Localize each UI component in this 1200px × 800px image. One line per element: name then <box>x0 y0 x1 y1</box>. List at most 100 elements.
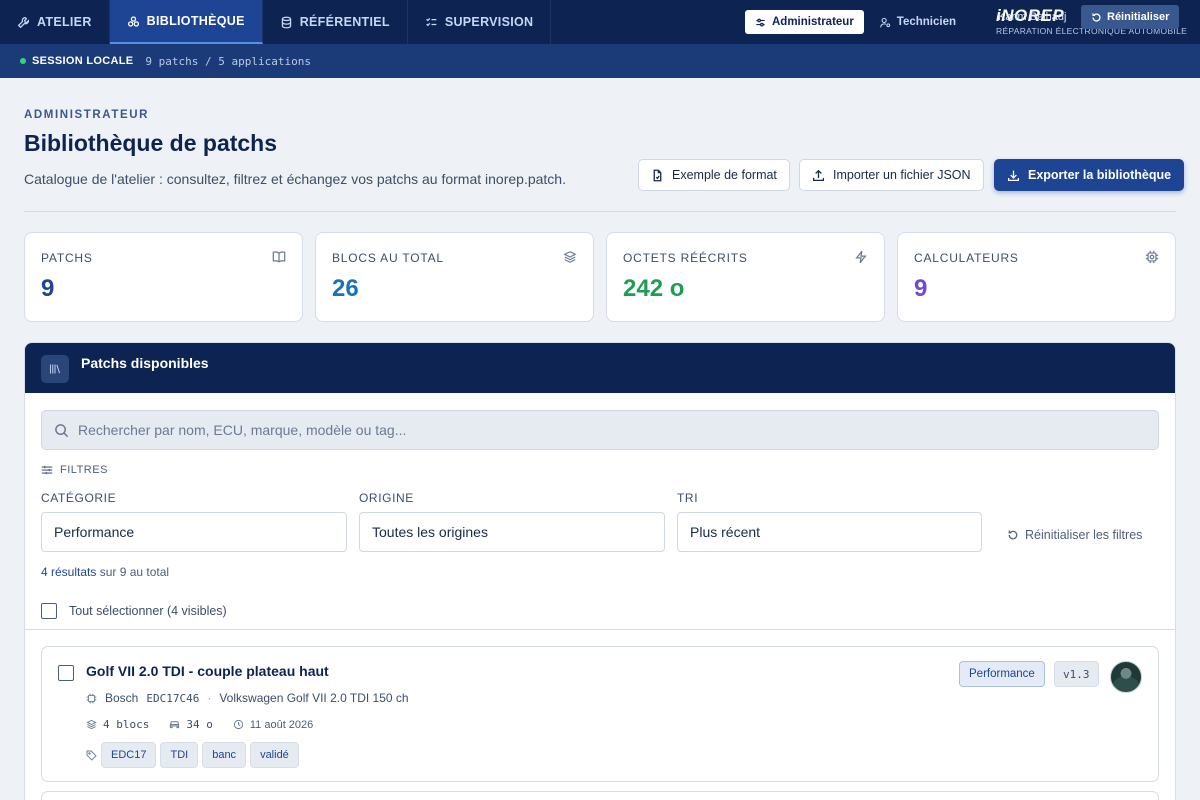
ecu-model: EDC17C46 <box>146 691 200 705</box>
button-label: Exemple de format <box>672 168 777 182</box>
layers-icon <box>563 251 577 263</box>
patch-title: Golf VII 2.0 TDI - couple plateau haut <box>86 663 329 679</box>
clock-icon <box>233 719 243 730</box>
stat-value: 242 o <box>623 275 685 302</box>
filter-sliders-icon <box>41 465 53 475</box>
byte-count: 34 o <box>186 718 213 731</box>
refresh-icon <box>1008 530 1018 540</box>
session-reset-button[interactable]: Réinitialiser <box>1081 5 1180 29</box>
category-select[interactable]: Performance <box>41 512 347 552</box>
tab-supervision[interactable]: SUPERVISION <box>408 0 552 44</box>
patch-date: 11 août 2026 <box>249 718 314 731</box>
reset-filters-button[interactable]: Réinitialiser les filtres <box>1007 528 1142 542</box>
filter-label-tri: TRI <box>677 491 699 505</box>
car-icon <box>170 721 180 729</box>
patches-panel: Patchs disponibles FILTRES CATÉGORIE ORI… <box>24 342 1176 800</box>
tab-label: BIBLIOTHÈQUE <box>146 14 245 28</box>
tab-bibliotheque[interactable]: BIBLIOTHÈQUE <box>109 0 263 44</box>
chip-icon <box>86 693 97 703</box>
block-count: 4 blocs <box>103 718 150 731</box>
filters-label: FILTRES <box>60 464 108 476</box>
search-icon <box>55 424 69 438</box>
patch-stats: 4 blocs 34 o 11 août 2026 <box>86 718 313 731</box>
session-user: Karim Belhadj <box>998 11 1067 23</box>
tag-icon <box>86 750 97 761</box>
page-eyebrow: ADMINISTRATEUR <box>24 109 150 121</box>
stat-card-calculateurs: CALCULATEURS 9 <box>897 232 1176 322</box>
stat-label: OCTETS RÉÉCRITS <box>623 251 748 265</box>
select-all-row: Tout sélectionner (4 visibles) <box>41 603 227 619</box>
user-cog-icon <box>879 17 890 27</box>
patch-checkbox[interactable] <box>58 665 74 681</box>
book-icon <box>272 251 286 263</box>
stat-label: BLOCS AU TOTAL <box>332 251 444 265</box>
role-switcher: Administrateur Technicien <box>745 10 966 34</box>
meta-separator: · <box>207 691 212 705</box>
tag-chip[interactable]: TDI <box>160 742 199 768</box>
tag-chip[interactable]: validé <box>250 742 299 768</box>
search-field <box>41 410 1159 450</box>
panel-title: Patchs disponibles <box>81 355 209 371</box>
tag-chip[interactable]: banc <box>202 742 247 768</box>
checklist-icon <box>425 17 437 26</box>
patch-card-partial[interactable] <box>41 791 1159 800</box>
import-json-button[interactable]: Importer un fichier JSON <box>799 159 984 191</box>
version-badge: v1.3 <box>1054 661 1099 687</box>
role-label: Administrateur <box>772 16 854 28</box>
patch-ecu-info: Bosch EDC17C46 · Volkswagen Golf VII 2.0… <box>86 691 409 705</box>
stat-card-octets: OCTETS RÉÉCRITS 242 o <box>606 232 885 322</box>
export-library-button[interactable]: Exporter la bibliothèque <box>994 159 1185 191</box>
tab-label: RÉFÉRENTIEL <box>299 15 390 29</box>
layers-icon <box>86 719 97 730</box>
vehicle: Volkswagen Golf VII 2.0 TDI 150 ch <box>219 691 409 705</box>
tab-label: SUPERVISION <box>444 15 534 29</box>
bolt-icon <box>855 250 867 264</box>
page-title: Bibliothèque de patchs <box>24 130 278 156</box>
patch-card[interactable]: Golf VII 2.0 TDI - couple plateau haut B… <box>41 646 1159 782</box>
library-icon <box>127 15 139 27</box>
origin-select[interactable]: Toutes les origines <box>359 512 665 552</box>
filters-heading: FILTRES <box>41 464 108 476</box>
list-divider <box>25 629 1175 630</box>
stat-value: 9 <box>914 275 928 302</box>
tag-chip[interactable]: EDC17 <box>101 742 157 768</box>
select-all-label: Tout sélectionner (4 visibles) <box>69 604 227 618</box>
stat-value: 26 <box>332 275 359 302</box>
file-icon <box>653 169 662 181</box>
session-counts: 9 patchs / 5 applications <box>145 54 311 68</box>
session-label: SESSION LOCALE <box>32 55 134 67</box>
search-input[interactable] <box>78 411 1148 449</box>
download-icon <box>1007 170 1020 181</box>
header-divider <box>24 211 1176 212</box>
button-label: Importer un fichier JSON <box>833 168 971 182</box>
example-format-button[interactable]: Exemple de format <box>638 159 790 191</box>
stat-card-patchs: PATCHS 9 <box>24 232 303 322</box>
database-icon <box>281 16 291 28</box>
library-icon <box>41 355 69 383</box>
tab-referentiel[interactable]: RÉFÉRENTIEL <box>263 0 408 44</box>
sort-select[interactable]: Plus récent <box>677 512 982 552</box>
upload-icon <box>812 169 825 181</box>
stat-label: CALCULATEURS <box>914 251 1019 265</box>
sliders-icon <box>756 18 765 26</box>
panel-header: Patchs disponibles <box>25 343 1175 393</box>
session-bar: SESSION LOCALE 9 patchs / 5 applications <box>0 44 1200 78</box>
refresh-icon <box>1092 12 1101 22</box>
filter-label-categorie: CATÉGORIE <box>41 491 117 505</box>
reset-filters-label: Réinitialiser les filtres <box>1025 528 1143 542</box>
filter-label-origine: ORIGINE <box>359 491 414 505</box>
select-all-checkbox[interactable] <box>41 603 57 619</box>
results-count: 4 résultats sur 9 au total <box>41 565 169 579</box>
tab-atelier[interactable]: ATELIER <box>0 0 110 44</box>
results-total: sur 9 au total <box>99 565 170 579</box>
reset-label: Réinitialiser <box>1107 11 1170 23</box>
page-subtitle: Catalogue de l'atelier : consultez, filt… <box>24 171 566 187</box>
tab-label: ATELIER <box>37 15 92 29</box>
status-dot <box>20 58 26 64</box>
avatar[interactable] <box>1110 661 1142 693</box>
stat-value: 9 <box>41 275 55 302</box>
role-technicien-button[interactable]: Technicien <box>870 10 966 34</box>
wrench-icon <box>17 16 30 28</box>
role-administrateur-button[interactable]: Administrateur <box>745 10 864 34</box>
results-number: 4 résultats <box>41 565 97 579</box>
